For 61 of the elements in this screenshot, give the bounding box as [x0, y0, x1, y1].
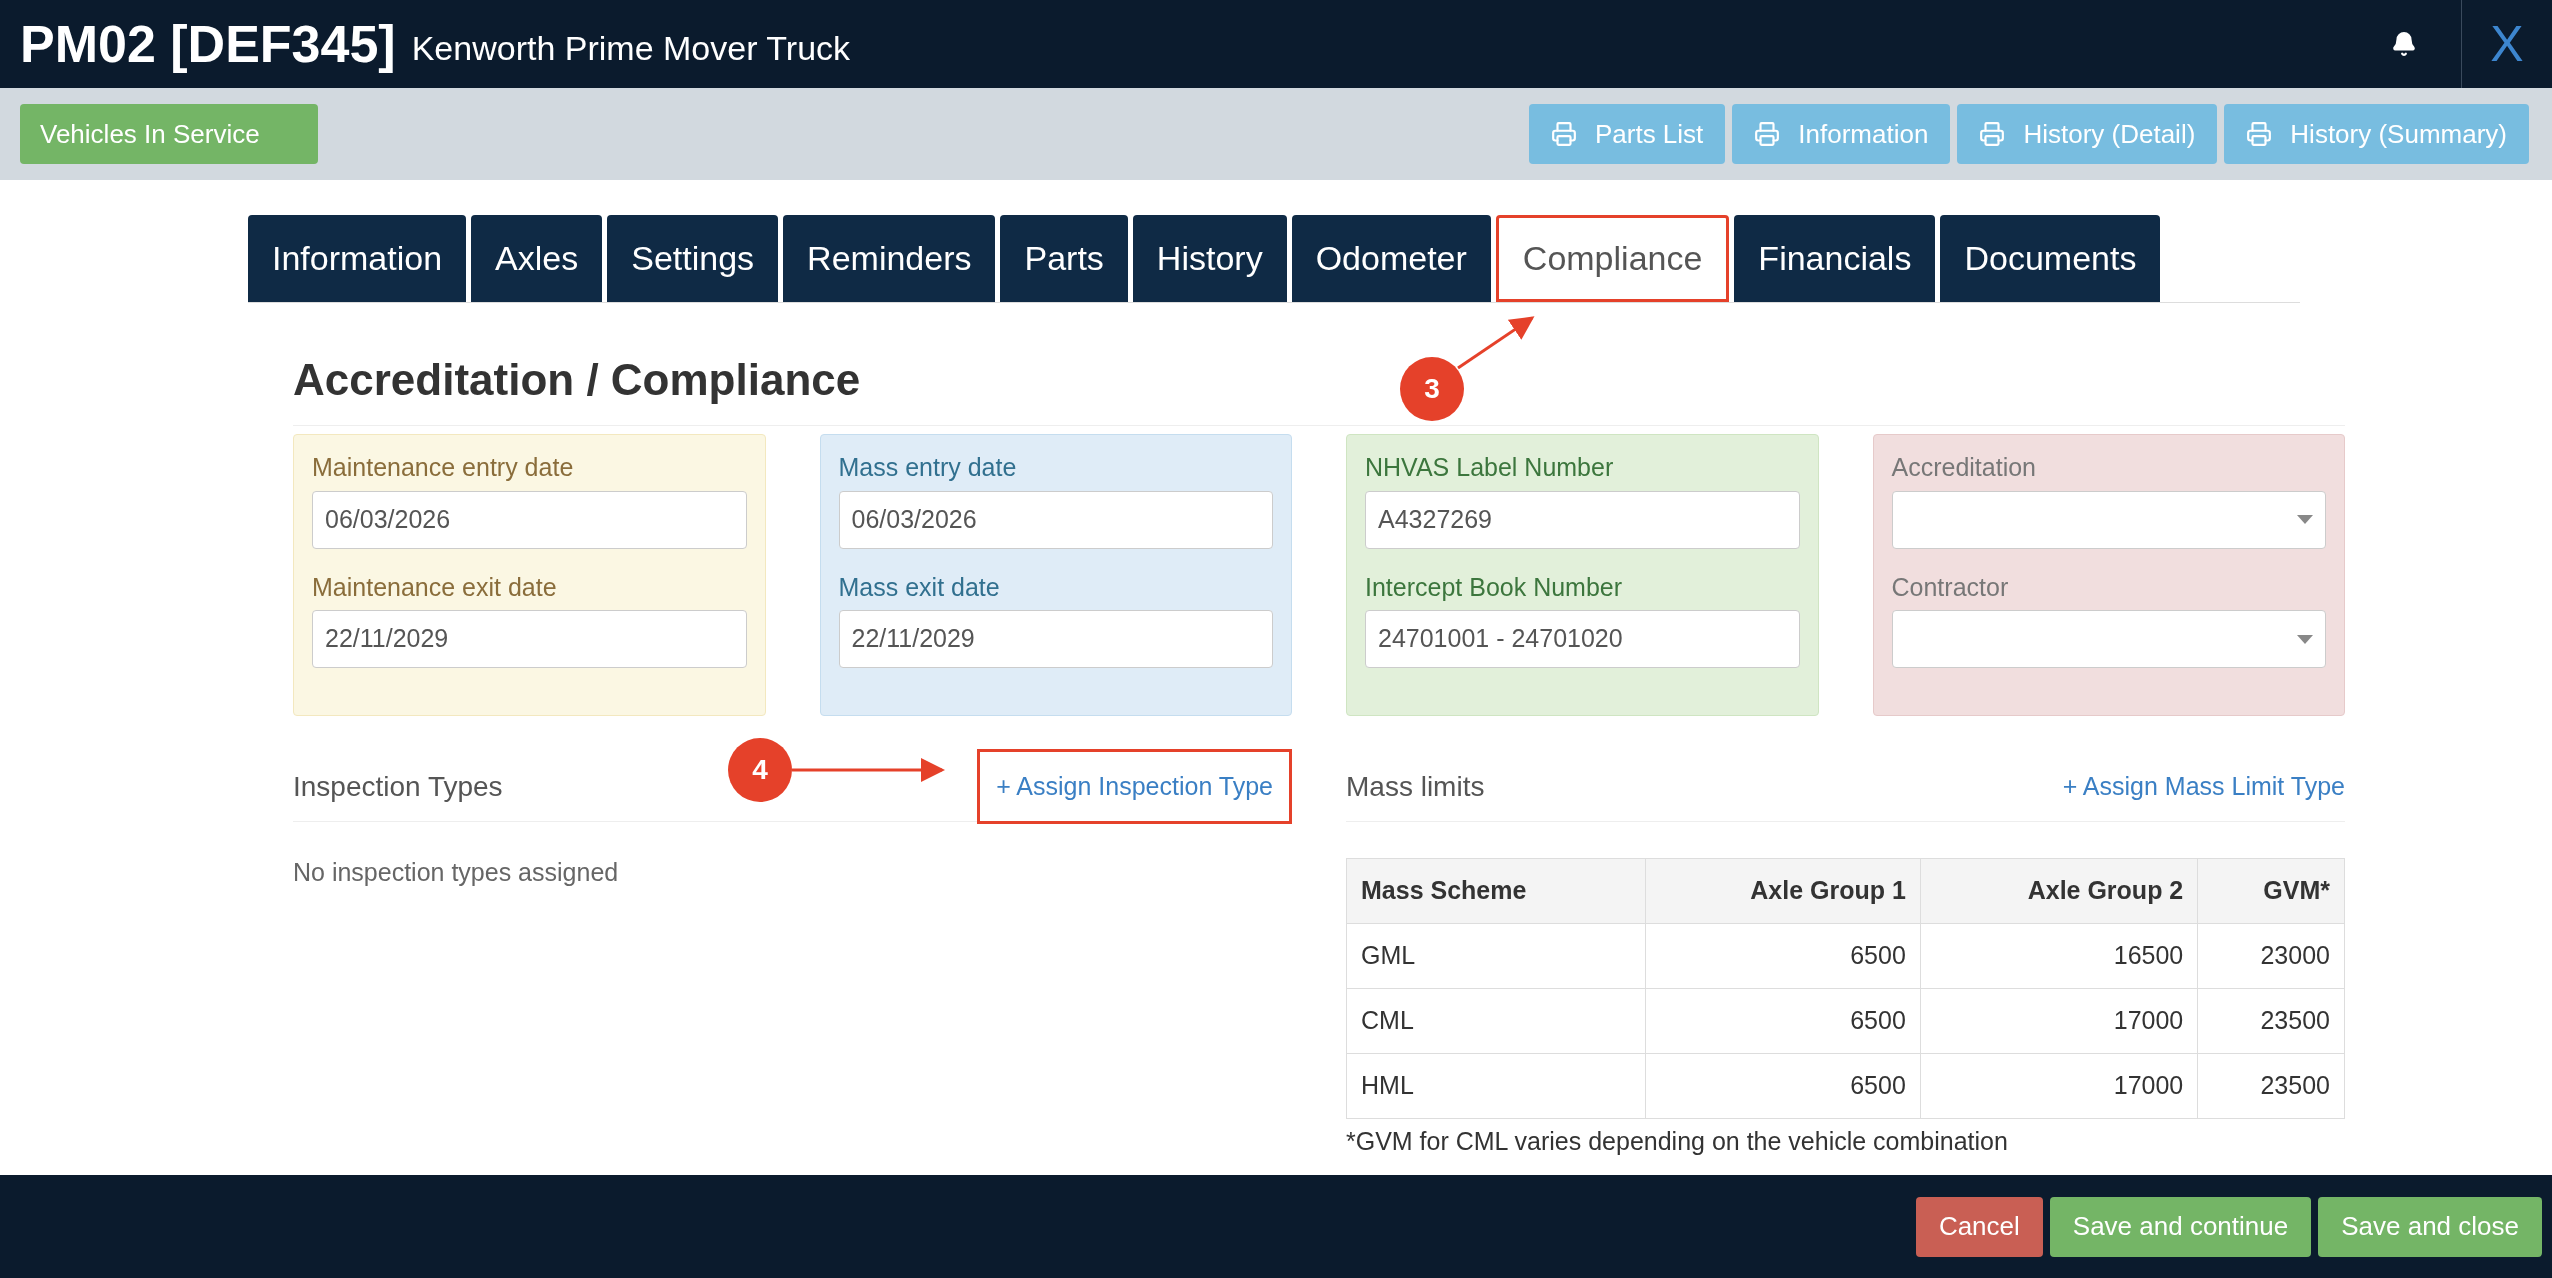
printer-icon — [1979, 121, 2006, 147]
input-field[interactable]: 22/11/2029 — [312, 610, 747, 668]
field-label: NHVAS Label Number — [1365, 452, 1615, 483]
notification-bell-icon[interactable] — [2391, 31, 2417, 57]
empty-message: No inspection types assigned — [293, 857, 620, 888]
select-field[interactable] — [1891, 610, 2326, 668]
table-cell: GML — [1346, 923, 1646, 989]
tab[interactable]: Reminders — [783, 215, 996, 302]
table-cell: 6500 — [1645, 988, 1921, 1054]
tab[interactable]: Information — [248, 215, 467, 302]
dropdown-caret-icon — [2297, 515, 2313, 524]
field-label: Maintenance exit date — [312, 571, 558, 603]
table-cell: 23500 — [2197, 1053, 2345, 1119]
printer-icon — [2246, 121, 2273, 147]
table-cell: 23500 — [2197, 988, 2345, 1054]
field-label: Mass entry date — [838, 452, 1018, 483]
assign-link[interactable]: + Assign Inspection Type — [977, 748, 1292, 825]
section-title: Inspection Types — [293, 769, 503, 804]
printer-icon — [1550, 121, 1577, 147]
table-cell: CML — [1346, 988, 1646, 1054]
tab[interactable]: Settings — [607, 215, 779, 302]
callout-number: 3 — [1400, 357, 1464, 421]
table-cell: 6500 — [1645, 1053, 1921, 1119]
table-cell: 23000 — [2197, 923, 2345, 989]
tab[interactable]: Financials — [1734, 215, 1936, 302]
input-field[interactable]: 06/03/2026 — [312, 490, 747, 549]
field-label: Contractor — [1891, 571, 2010, 603]
tab[interactable]: Axles — [471, 215, 603, 302]
table-cell: 16500 — [1920, 923, 2198, 989]
callout-number: 4 — [728, 738, 792, 802]
window-subtitle: Kenworth Prime Mover Truck — [411, 27, 851, 69]
tab[interactable]: Compliance — [1495, 215, 1730, 302]
field-label: Accreditation — [1891, 452, 2038, 483]
field-label: Intercept Book Number — [1365, 571, 1624, 603]
select-field[interactable] — [1891, 490, 2326, 549]
close-button[interactable]: X — [2462, 6, 2552, 82]
field-label: Mass exit date — [838, 571, 1001, 603]
table-cell: HML — [1346, 1053, 1646, 1119]
input-field[interactable]: A4327269 — [1365, 490, 1800, 549]
table-cell: 6500 — [1645, 923, 1921, 989]
printer-icon — [1754, 121, 1781, 147]
tab[interactable]: History — [1132, 215, 1287, 302]
input-field[interactable]: 06/03/2026 — [838, 490, 1273, 549]
assign-link[interactable]: + Assign Mass Limit Type — [2062, 767, 2345, 806]
input-field[interactable]: 24701001 - 24701020 — [1365, 610, 1800, 668]
table-cell: 17000 — [1920, 1053, 2198, 1119]
column-header: Axle Group 1 — [1645, 858, 1921, 924]
window-title: PM02 [DEF345] — [20, 14, 396, 75]
footnote: *GVM for CML varies depending on the vehicle combination — [1346, 1126, 2009, 1157]
section-title: Mass limits — [1346, 769, 1485, 804]
tab[interactable]: Documents — [1940, 215, 2161, 302]
column-header: Mass Scheme — [1346, 858, 1646, 924]
input-field[interactable]: 22/11/2029 — [838, 610, 1273, 668]
tab[interactable]: Odometer — [1291, 215, 1491, 302]
field-label: Maintenance entry date — [312, 452, 575, 483]
column-header: GVM* — [2197, 858, 2345, 924]
table-cell: 17000 — [1920, 988, 2198, 1054]
tab[interactable]: Parts — [1000, 215, 1128, 302]
footer-button[interactable]: Cancel — [1915, 1196, 2043, 1257]
column-header: Axle Group 2 — [1920, 858, 2198, 924]
dropdown-caret-icon — [2297, 634, 2313, 644]
